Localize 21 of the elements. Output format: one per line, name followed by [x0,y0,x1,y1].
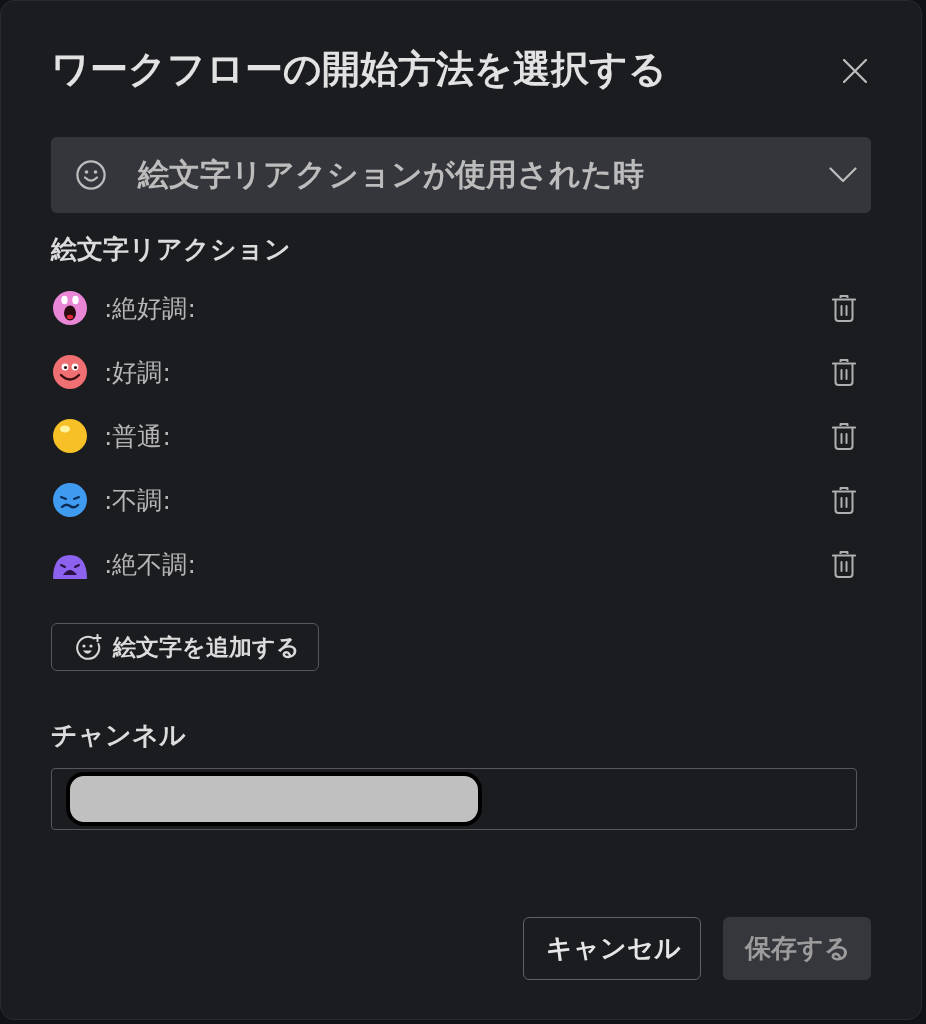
smiley-icon [76,160,106,190]
emoji-name: :好調: [104,356,171,389]
chevron-down-icon [829,167,857,183]
close-icon[interactable] [843,59,867,83]
trash-icon[interactable] [832,422,856,450]
channel-field[interactable] [51,768,857,830]
cancel-button[interactable]: キャンセル [523,917,701,980]
emoji-name: :絶好調: [104,292,196,325]
channel-label: チャンネル [51,719,187,751]
add-emoji-icon [75,633,102,661]
emoji-name: :不調: [104,484,171,517]
trash-icon[interactable] [832,358,856,386]
section-label: 絵文字リアクション [51,233,292,265]
dialog-title: ワークフローの開始方法を選択する [51,46,667,92]
emoji-name: :普通: [104,420,171,453]
trigger-dropdown[interactable]: 絵文字リアクションが使用された時 [51,137,871,213]
trash-icon[interactable] [832,294,856,322]
trash-icon[interactable] [832,486,856,514]
emoji-name: :絶不調: [104,548,196,581]
trash-icon[interactable] [832,550,856,578]
add-emoji-button[interactable]: 絵文字を追加する [51,623,319,671]
